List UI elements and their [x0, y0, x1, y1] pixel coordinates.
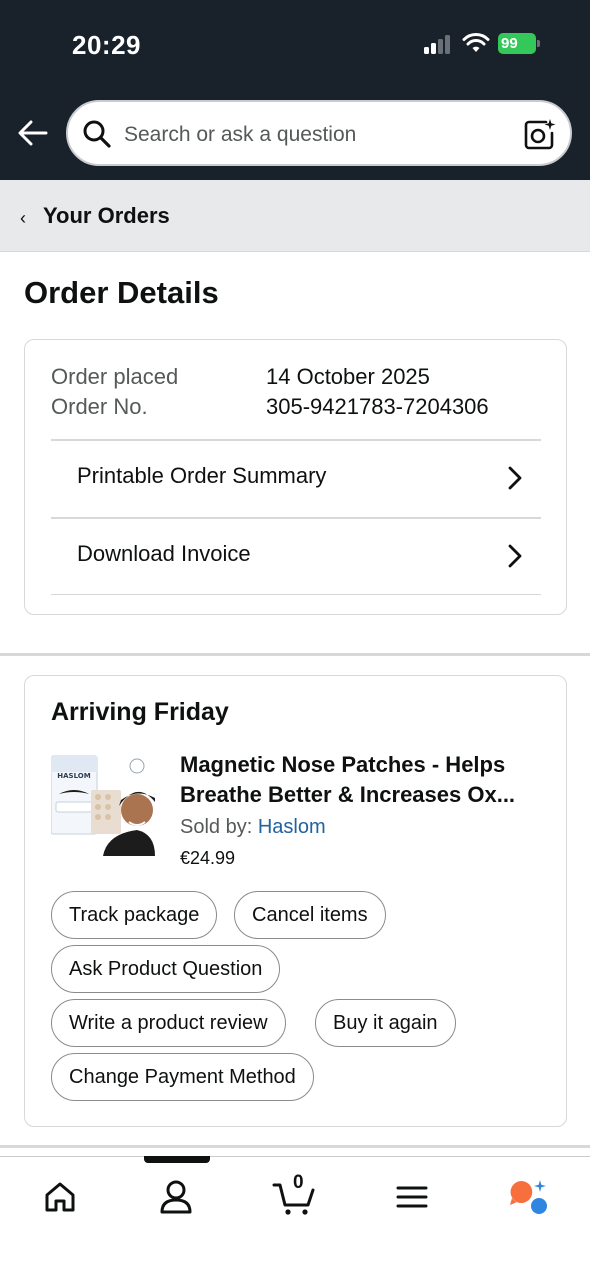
- search-icon: [83, 120, 111, 148]
- buy-again-button[interactable]: Buy it again: [315, 999, 456, 1047]
- search-placeholder: Search or ask a question: [124, 123, 357, 146]
- section-divider: [0, 653, 590, 656]
- order-info-card: Order placed 14 October 2025 Order No. 3…: [24, 339, 567, 615]
- seller-link[interactable]: Haslom: [258, 816, 326, 838]
- divider: [51, 594, 541, 595]
- download-invoice-link[interactable]: Download Invoice: [51, 517, 541, 595]
- product-title-line1: Magnetic Nose Patches - Helps: [180, 752, 506, 777]
- sold-by-label: Sold by:: [180, 816, 253, 838]
- ask-product-question-button[interactable]: Ask Product Question: [51, 945, 281, 993]
- order-number-label: Order No.: [51, 394, 148, 419]
- camera-lens-icon[interactable]: [522, 117, 556, 151]
- back-arrow-icon[interactable]: [16, 116, 50, 150]
- change-payment-method-button[interactable]: Change Payment Method: [51, 1053, 314, 1101]
- product-image[interactable]: HASLOM: [51, 750, 155, 856]
- section-divider: [0, 1145, 590, 1148]
- home-icon[interactable]: [40, 1177, 80, 1217]
- breadcrumb[interactable]: ‹ Your Orders: [0, 180, 590, 252]
- chevron-left-icon: ‹: [20, 208, 26, 228]
- breadcrumb-your-orders[interactable]: Your Orders: [43, 203, 170, 229]
- printable-order-summary-link[interactable]: Printable Order Summary: [51, 439, 541, 517]
- chevron-right-icon: [508, 544, 522, 568]
- download-invoice-label: Download Invoice: [77, 541, 251, 566]
- product-title[interactable]: Magnetic Nose Patches - Helps Breathe Be…: [180, 750, 550, 810]
- product-title-line2: Breathe Better & Increases Ox...: [180, 782, 516, 807]
- cart-count: 0: [293, 1172, 304, 1193]
- battery-level: 99: [498, 33, 536, 54]
- active-tab-indicator: [144, 1156, 210, 1163]
- delivery-status: Arriving Friday: [51, 698, 229, 726]
- page-title: Order Details: [24, 275, 219, 310]
- product-price: €24.99: [180, 848, 236, 868]
- chevron-right-icon: [508, 466, 522, 490]
- status-time: 20:29: [72, 30, 141, 60]
- top-header: 20:29 99 Search or ask a question: [0, 0, 590, 180]
- sold-by: Sold by: Haslom: [180, 816, 326, 839]
- rufus-icon[interactable]: [508, 1177, 548, 1217]
- search-input[interactable]: Search or ask a question: [66, 100, 572, 166]
- track-package-button[interactable]: Track package: [51, 891, 218, 939]
- order-placed-label: Order placed: [51, 364, 179, 389]
- account-icon[interactable]: [156, 1177, 196, 1217]
- cellular-signal-icon: [424, 34, 452, 54]
- menu-icon[interactable]: [392, 1177, 432, 1217]
- cancel-items-button[interactable]: Cancel items: [234, 891, 386, 939]
- write-review-button[interactable]: Write a product review: [51, 999, 286, 1047]
- printable-order-summary-label: Printable Order Summary: [77, 463, 327, 488]
- order-placed-value: 14 October 2025: [266, 364, 430, 389]
- product-image-brand: HASLOM: [57, 772, 90, 780]
- battery-icon: 99: [498, 33, 540, 54]
- wifi-icon: [462, 33, 490, 52]
- order-number-value: 305-9421783-7204306: [266, 394, 489, 419]
- shipment-card: Arriving Friday HASLOM Magnetic Nose Pat…: [24, 675, 567, 1127]
